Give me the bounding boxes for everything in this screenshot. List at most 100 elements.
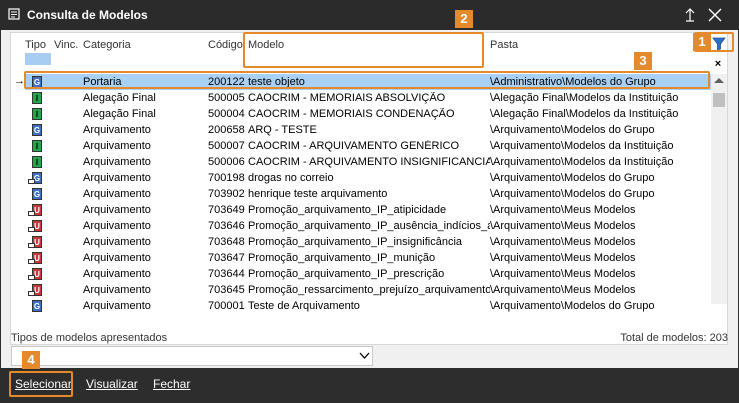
chevron-down-icon — [359, 352, 370, 359]
cell-pasta: \Arquivamento\Modelos da Instituição — [490, 140, 674, 152]
tipo-g-icon: G — [32, 124, 42, 136]
table-row[interactable]: G Arquivamento 700198 drogas no correio \Arq… — [11, 170, 711, 186]
column-header-categoria[interactable]: Categoria — [83, 39, 131, 51]
cell-modelo: Promoção_arquivamento_IP_munição — [248, 252, 436, 264]
table-row[interactable]: U Arquivamento 703647 Promoção_arquivamento… — [11, 250, 711, 266]
vertical-scrollbar[interactable] — [711, 74, 727, 304]
title-bar: Consulta de Modelos — [0, 0, 739, 30]
cell-pasta: \Arquivamento\Modelos do Grupo — [490, 188, 655, 200]
visualizar-button[interactable]: Visualizar — [86, 377, 138, 391]
cell-pasta: \Alegação Final\Modelos da Instituição — [490, 92, 679, 104]
callout-4-number: 4 — [22, 351, 40, 369]
cell-categoria: Arquivamento — [83, 140, 151, 152]
column-header-codigo[interactable]: Código — [208, 39, 243, 51]
cell-codigo: 500004 — [208, 108, 245, 120]
table-row[interactable]: U Arquivamento 703649 Promoção_arquivamento… — [11, 202, 711, 218]
table-row[interactable]: U Arquivamento 703648 Promoção_arquivamento… — [11, 234, 711, 250]
close-button[interactable] — [703, 4, 727, 26]
cell-pasta: \Arquivamento\Meus Modelos — [490, 284, 636, 296]
callout-2-box — [243, 32, 484, 68]
cell-codigo: 500007 — [208, 140, 245, 152]
callout-3-box — [24, 71, 710, 89]
callout-2-number: 2 — [455, 10, 473, 28]
cell-modelo: ARQ - TESTE — [248, 124, 317, 136]
tipo-i-icon: I — [32, 140, 42, 152]
cell-codigo: 703648 — [208, 236, 245, 248]
cell-categoria: Arquivamento — [83, 204, 151, 216]
cell-pasta: \Arquivamento\Modelos do Grupo — [490, 124, 655, 136]
footer-bar: Selecionar Visualizar Fechar — [0, 368, 739, 403]
app-icon — [8, 8, 20, 20]
cell-pasta: \Arquivamento\Meus Modelos — [490, 236, 636, 248]
cell-modelo: CAOCRIM - ARQUIVAMENTO GENÉRICO — [248, 140, 460, 152]
total-models: Total de modelos: 203 — [620, 332, 728, 344]
cell-pasta: \Arquivamento\Meus Modelos — [490, 220, 636, 232]
cell-modelo: Promoção_ressarcimento_prejuízo_arquivam… — [248, 284, 490, 296]
tipo-i-icon: I — [32, 92, 42, 104]
cell-categoria: Arquivamento — [83, 188, 151, 200]
cell-pasta: \Arquivamento\Meus Modelos — [490, 268, 636, 280]
cell-modelo: henrique teste arquivamento — [248, 188, 388, 200]
cell-pasta: \Arquivamento\Meus Modelos — [490, 252, 636, 264]
cell-modelo: Promoção_arquivamento_IP_prescrição — [248, 268, 445, 280]
link-icon — [28, 275, 35, 280]
cell-modelo: Promoção_arquivamento_IP_ausência_indíci… — [248, 220, 490, 232]
pin-icon — [685, 8, 695, 22]
callout-1-number: 1 — [693, 33, 711, 51]
cell-categoria: Arquivamento — [83, 124, 151, 136]
cell-categoria: Arquivamento — [83, 284, 151, 296]
tipos-label: Tipos de modelos apresentados — [11, 332, 168, 344]
table-row[interactable]: G Arquivamento 700001 Teste de Arquivamento… — [11, 298, 711, 314]
table-row[interactable]: U Arquivamento 703646 Promoção_arquivamento… — [11, 218, 711, 234]
cell-codigo: 500006 — [208, 156, 245, 168]
tipo-filter-cell[interactable] — [25, 53, 51, 65]
cell-categoria: Alegação Final — [83, 92, 156, 104]
scroll-up-icon[interactable] — [714, 78, 724, 83]
link-icon — [28, 227, 35, 232]
cell-pasta: \Arquivamento\Modelos do Grupo — [490, 172, 655, 184]
cell-codigo: 703649 — [208, 204, 245, 216]
table-row[interactable]: U Arquivamento 703645 Promoção_ressarciment… — [11, 282, 711, 298]
clear-filter-button[interactable]: × — [711, 58, 725, 70]
cell-pasta: \Arquivamento\Modelos da Instituição — [490, 156, 674, 168]
link-icon — [28, 179, 35, 184]
column-header-tipo[interactable]: Tipo — [25, 39, 46, 51]
cell-modelo: Promoção_arquivamento_IP_atipicidade — [248, 204, 447, 216]
cell-codigo: 700001 — [208, 300, 245, 312]
cell-modelo: Promoção_arquivamento_IP_insignificância — [248, 236, 463, 248]
cell-codigo: 703644 — [208, 268, 245, 280]
table-row[interactable]: I Arquivamento 500006 CAOCRIM - ARQUIVAMENT… — [11, 154, 711, 170]
window-title: Consulta de Modelos — [27, 8, 148, 22]
cell-codigo: 700198 — [208, 172, 245, 184]
tipos-dropdown[interactable] — [11, 346, 373, 366]
link-icon — [28, 211, 35, 216]
cell-categoria: Arquivamento — [83, 268, 151, 280]
scroll-thumb[interactable] — [713, 93, 725, 107]
cell-codigo: 703647 — [208, 252, 245, 264]
grid-rows: → G Portaria 200122 teste objeto \Administrat… — [11, 74, 711, 314]
table-row[interactable]: G Arquivamento 200658 ARQ - TESTE \Arquivame… — [11, 122, 711, 138]
tipo-i-icon: I — [32, 156, 42, 168]
cell-pasta: \Arquivamento\Meus Modelos — [490, 204, 636, 216]
pin-button[interactable] — [678, 4, 702, 26]
table-row[interactable]: I Alegação Final 500004 CAOCRIM - MEMORIAIS… — [11, 106, 711, 122]
tipo-i-icon: I — [32, 108, 42, 120]
cell-categoria: Arquivamento — [83, 156, 151, 168]
cell-pasta: \Arquivamento\Modelos do Grupo — [490, 300, 655, 312]
cell-categoria: Arquivamento — [83, 172, 151, 184]
link-icon — [28, 243, 35, 248]
table-row[interactable]: U Arquivamento 703644 Promoção_arquivamento… — [11, 266, 711, 282]
fechar-button[interactable]: Fechar — [153, 377, 190, 391]
cell-modelo: CAOCRIM - MEMORIAIS CONDENAÇÃO — [248, 108, 455, 120]
tipo-g-icon: G — [32, 300, 42, 312]
cell-modelo: CAOCRIM - ARQUIVAMENTO INSIGNIFICANCIA — [248, 156, 490, 168]
column-header-vinc[interactable]: Vinc. — [54, 39, 78, 51]
table-row[interactable]: I Arquivamento 500007 CAOCRIM - ARQUIVAMENT… — [11, 138, 711, 154]
column-header-pasta[interactable]: Pasta — [490, 39, 518, 51]
table-row[interactable]: I Alegação Final 500005 CAOCRIM - MEMORIAIS… — [11, 90, 711, 106]
table-row[interactable]: G Arquivamento 703902 henrique teste arquiv… — [11, 186, 711, 202]
cell-categoria: Arquivamento — [83, 236, 151, 248]
cell-codigo: 500005 — [208, 92, 245, 104]
cell-categoria: Arquivamento — [83, 252, 151, 264]
cell-modelo: Teste de Arquivamento — [248, 300, 360, 312]
